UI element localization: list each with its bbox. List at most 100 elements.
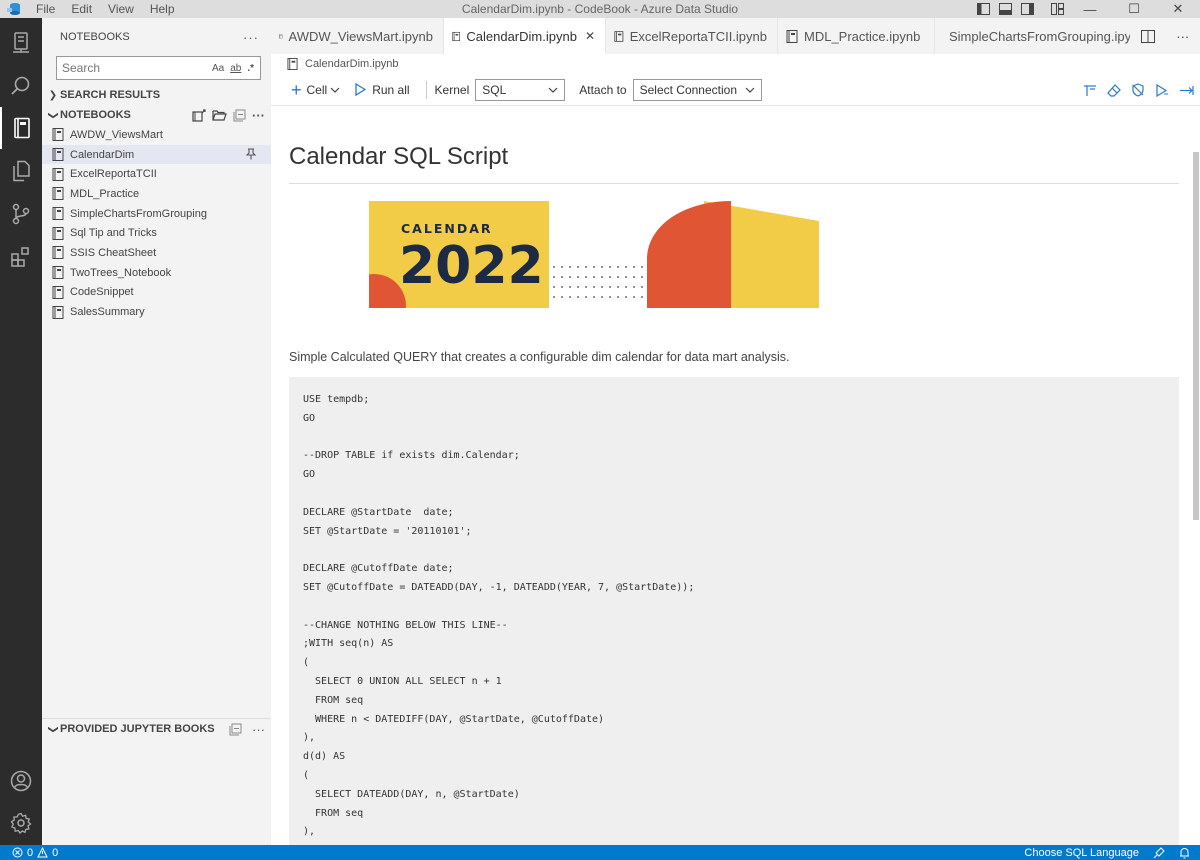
notebook-item-codesnippet[interactable]: CodeSnippet xyxy=(42,283,271,303)
run-all-button[interactable]: Run all xyxy=(354,83,410,97)
menu-view[interactable]: View xyxy=(100,2,142,16)
notebook-item-label: SalesSummary xyxy=(70,306,145,319)
sidebar-more-actions-button[interactable]: ··· xyxy=(243,30,271,45)
sidebar-header: NOTEBOOKS ··· xyxy=(42,18,271,56)
notebook-item-label: Sql Tip and Tricks xyxy=(70,227,157,240)
breadcrumb-filename[interactable]: CalendarDim.ipynb xyxy=(305,58,399,70)
kernel-select[interactable]: SQL xyxy=(475,78,566,101)
code-line: WHERE n < DATEDIFF(DAY, @StartDate, @Cut… xyxy=(303,713,605,725)
notebook-item-mdl-practice[interactable]: MDL_Practice xyxy=(42,184,271,204)
attach-to-select[interactable]: Select Connection xyxy=(632,78,762,101)
menu-file[interactable]: File xyxy=(28,2,63,16)
notebook-item-sql-tip-and-tricks[interactable]: Sql Tip and Tricks xyxy=(42,223,271,243)
manage-activity[interactable] xyxy=(0,802,42,844)
feedback-icon[interactable] xyxy=(1153,846,1165,859)
use-regex-toggle[interactable]: .* xyxy=(247,63,254,74)
tab-excelreportatcii[interactable]: ExcelReportaTCII.ipynb xyxy=(606,18,778,54)
trust-shield-icon[interactable] xyxy=(1131,83,1145,97)
tab-label: ExcelReportaTCII.ipynb xyxy=(629,28,767,44)
notebook-item-simplechartsfromgrouping[interactable]: SimpleChartsFromGrouping xyxy=(42,204,271,224)
menu-help[interactable]: Help xyxy=(142,2,183,16)
notebooks-section-header[interactable]: ❯ NOTEBOOKS ··· xyxy=(42,105,271,125)
accounts-activity[interactable] xyxy=(0,760,42,802)
explorer-activity[interactable] xyxy=(0,150,42,192)
notebook-item-excelreportatcii[interactable]: ExcelReportaTCII xyxy=(42,164,271,184)
source-control-activity[interactable] xyxy=(0,193,42,235)
editor-more-icon[interactable]: ··· xyxy=(1176,29,1189,44)
markdown-paragraph: Simple Calculated QUERY that creates a c… xyxy=(289,350,790,364)
vertical-scrollbar[interactable] xyxy=(1190,106,1200,845)
notebook-item-label: CodeSnippet xyxy=(70,286,134,299)
tab-label: AWDW_ViewsMart.ipynb xyxy=(288,28,433,44)
notebook-file-icon xyxy=(452,31,461,41)
language-mode-button[interactable]: Choose SQL Language xyxy=(1024,847,1139,859)
clear-results-eraser-icon[interactable] xyxy=(1107,83,1121,97)
tab-awdw-viewsmart[interactable]: AWDW_ViewsMart.ipynb xyxy=(271,18,444,54)
notebooks-more-icon[interactable]: ··· xyxy=(252,108,265,123)
split-editor-icon[interactable] xyxy=(1140,29,1155,43)
toggle-sidebar-layout-icon[interactable] xyxy=(972,0,994,18)
run-cells-icon[interactable] xyxy=(1155,83,1169,97)
menu-edit[interactable]: Edit xyxy=(63,2,100,16)
close-window-button[interactable]: ✕ xyxy=(1156,0,1200,18)
customize-layout-icon[interactable] xyxy=(1046,0,1068,18)
maximize-button[interactable]: ☐ xyxy=(1112,0,1156,18)
collapse-all-icon[interactable] xyxy=(229,723,242,736)
toggle-secondary-sidebar-layout-icon[interactable] xyxy=(1016,0,1038,18)
toggle-panel-layout-icon[interactable] xyxy=(994,0,1016,18)
notebook-file-icon xyxy=(52,226,64,240)
status-bar: 0 0 Choose SQL Language xyxy=(0,845,1200,860)
banner-year-text: 2022 xyxy=(399,236,544,296)
code-line: FROM seq xyxy=(303,807,364,819)
tab-simplechartsfromgrouping[interactable]: SimpleChartsFromGrouping.ipynb xyxy=(935,18,1146,54)
problems-indicator[interactable]: 0 0 xyxy=(0,847,58,859)
notifications-bell-icon[interactable] xyxy=(1179,847,1190,859)
search-activity[interactable] xyxy=(0,65,42,107)
open-folder-icon[interactable] xyxy=(212,109,227,121)
notebook-item-calendardim[interactable]: CalendarDim xyxy=(42,144,271,165)
kernel-selected-value: SQL xyxy=(482,82,507,97)
scrollbar-thumb[interactable] xyxy=(1193,152,1199,520)
banner-calendar-text: CALENDAR xyxy=(401,221,493,236)
open-notebook-icon[interactable] xyxy=(192,108,206,122)
add-cell-button[interactable]: + Cell xyxy=(291,81,340,99)
notebook-item-awdw-viewsmart[interactable]: AWDW_ViewsMart xyxy=(42,125,271,145)
tab-mdl-practice[interactable]: MDL_Practice.ipynb xyxy=(778,18,935,54)
tab-label: CalendarDim.ipynb xyxy=(466,28,577,44)
markdown-cell[interactable]: Calendar SQL Script CALENDAR 2022 Simple… xyxy=(271,143,1200,364)
notebooks-icon xyxy=(14,117,30,139)
provided-more-icon[interactable]: ··· xyxy=(252,722,265,737)
notebook-file-icon xyxy=(614,30,624,42)
notebook-search-input[interactable] xyxy=(62,61,212,75)
collapse-cells-icon[interactable] xyxy=(1083,84,1097,97)
pin-icon[interactable] xyxy=(245,148,257,160)
connections-activity[interactable] xyxy=(0,22,42,64)
collapse-all-icon[interactable] xyxy=(233,109,246,122)
code-line: SET @StartDate = '20110101'; xyxy=(303,525,472,537)
match-whole-word-toggle[interactable]: ab xyxy=(230,63,241,74)
expand-width-icon[interactable] xyxy=(1179,84,1194,97)
notebook-item-twotrees-notebook[interactable]: TwoTrees_Notebook xyxy=(42,263,271,283)
code-line: --CHANGE NOTHING BELOW THIS LINE-- xyxy=(303,619,508,631)
search-results-section-header[interactable]: ❯ SEARCH RESULTS xyxy=(42,85,271,105)
notebooks-section-tools: ··· xyxy=(192,108,271,123)
notebooks-activity[interactable] xyxy=(0,107,42,149)
notebook-item-ssis-cheatsheet[interactable]: SSIS CheatSheet xyxy=(42,243,271,263)
chevron-down-icon xyxy=(745,87,755,93)
code-line: SET @CutoffDate = DATEADD(DAY, -1, DATEA… xyxy=(303,581,695,593)
extensions-icon xyxy=(11,247,29,267)
tab-calendardim[interactable]: CalendarDim.ipynb ✕ xyxy=(444,18,606,54)
close-tab-icon[interactable]: ✕ xyxy=(585,29,595,43)
notebook-item-salessummary[interactable]: SalesSummary xyxy=(42,302,271,322)
notebooks-section-label: NOTEBOOKS xyxy=(60,109,131,121)
provided-jupyter-books-section-header[interactable]: ❯ PROVIDED JUPYTER BOOKS ··· xyxy=(42,718,271,739)
markdown-heading: Calendar SQL Script xyxy=(289,143,1179,184)
extensions-activity[interactable] xyxy=(0,236,42,278)
tab-label: MDL_Practice.ipynb xyxy=(804,28,921,44)
match-case-toggle[interactable]: Aa xyxy=(212,63,224,74)
notebook-item-label: SSIS CheatSheet xyxy=(70,246,157,259)
code-cell[interactable]: USE tempdb; GO --DROP TABLE if exists di… xyxy=(289,377,1179,845)
kernel-label: Kernel xyxy=(434,82,470,97)
minimize-button[interactable]: — xyxy=(1068,0,1112,18)
